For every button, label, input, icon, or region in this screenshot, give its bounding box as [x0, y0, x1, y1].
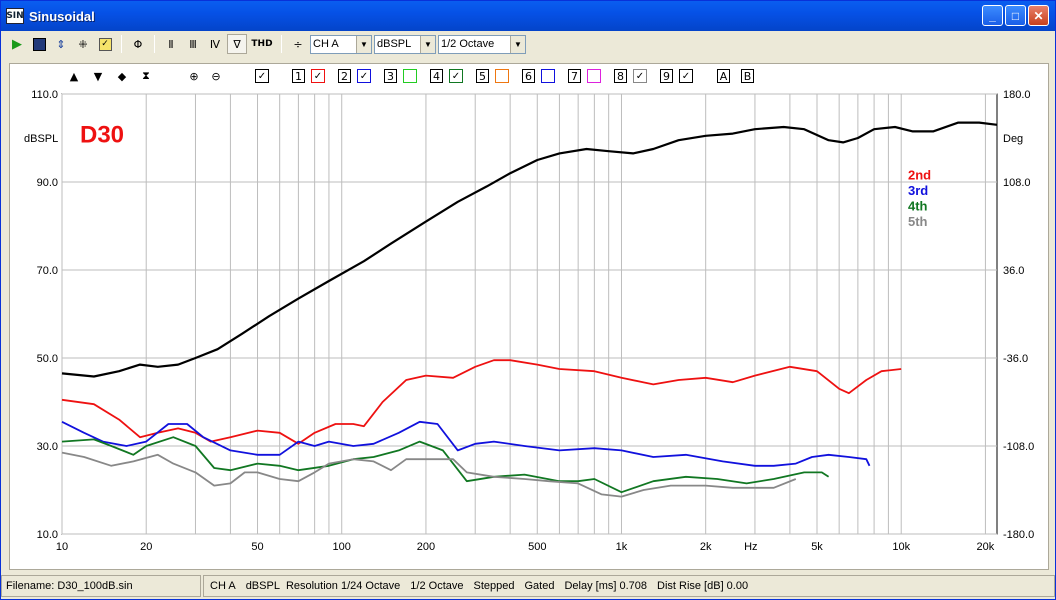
channel-select[interactable]: CH A ▼	[310, 34, 372, 54]
status-gated: Gated	[524, 580, 555, 592]
toolbar: ▶ ⇕ ⁜ ✓ Φ Ⅱ Ⅲ Ⅳ ∇ THD ÷ CH A ▼ dBSPL ▼ 1/2…	[3, 32, 1053, 56]
save-button[interactable]	[29, 34, 49, 54]
y2-tick-label: -108.0	[1003, 441, 1034, 453]
y-tick-label: 10.0	[37, 529, 58, 541]
smoothing-select[interactable]: 1/2 Octave ▼	[438, 34, 526, 54]
plot-area: ▲ ▼ ◆ ⧗ ⊕ ⊖ ✓ 1 ✓ 2 ✓ 3 4 ✓ 5 6 7 8 ✓ 9 ✓ A B 10.0 -18…	[9, 63, 1049, 570]
view-1-button[interactable]: Ⅱ	[161, 34, 181, 54]
x-tick-label: 10	[56, 541, 68, 553]
view-4-button[interactable]: ∇	[227, 34, 247, 54]
scale-icon: ÷	[293, 37, 303, 51]
unit-value: dBSPL	[377, 38, 412, 50]
x-tick-label: 50	[251, 541, 263, 553]
view-2-button[interactable]: Ⅲ	[183, 34, 203, 54]
legend-entry: 2nd	[908, 167, 931, 182]
view-3-button[interactable]: Ⅳ	[205, 34, 225, 54]
status-channel: CH A	[210, 580, 236, 592]
separator	[154, 35, 155, 53]
view-2-icon: Ⅲ	[189, 37, 197, 51]
status-delay: Delay [ms] 0.708	[564, 580, 647, 592]
window-title: Sinusoidal	[29, 8, 95, 24]
status-bar: Filename: D30_100dB.sin CH A dBSPL Resol…	[1, 573, 1055, 599]
y-tick-label: 70.0	[37, 265, 58, 277]
separator	[281, 35, 282, 53]
x-tick-label: 100	[333, 541, 351, 553]
marker-button[interactable]: ⇕	[51, 34, 71, 54]
close-button[interactable]: ✕	[1028, 5, 1049, 26]
y-tick-label: 110.0	[31, 89, 58, 101]
thd-label: THD	[251, 39, 273, 49]
x-tick-label: 10k	[892, 541, 910, 553]
minimize-button[interactable]: _	[982, 5, 1003, 26]
y2-tick-label: -180.0	[1003, 529, 1034, 541]
save-icon	[32, 37, 46, 51]
status-mode: Stepped	[473, 580, 515, 592]
status-unit: dBSPL	[245, 580, 280, 592]
unit-select[interactable]: dBSPL ▼	[374, 34, 436, 54]
y2-tick-label: 108.0	[1003, 177, 1031, 189]
x-tick-label: 200	[417, 541, 435, 553]
status-smoothing: 1/2 Octave	[410, 580, 464, 592]
checklist-button[interactable]: ✓	[95, 34, 115, 54]
view-1-icon: Ⅱ	[168, 37, 174, 51]
y-tick-label: 30.0	[37, 441, 58, 453]
separator	[121, 35, 122, 53]
y-tick-label: 50.0	[37, 353, 58, 365]
status-info: CH A dBSPL Resolution 1/24 Octave 1/2 Oc…	[203, 575, 1055, 597]
smoothing-value: 1/2 Octave	[441, 38, 495, 50]
phase-icon: Φ	[133, 37, 143, 51]
y2-tick-label: 180.0	[1003, 89, 1031, 101]
x-tick-label: 500	[528, 541, 546, 553]
x-tick-label: 20k	[977, 541, 995, 553]
maximize-button[interactable]: □	[1005, 5, 1026, 26]
app-icon: SIN	[6, 8, 24, 24]
y2-tick-label: -36.0	[1003, 353, 1028, 365]
chevron-down-icon: ▼	[420, 35, 435, 53]
y-unit-label: dBSPL	[24, 133, 58, 145]
legend-entry: 3rd	[908, 183, 928, 198]
thd-button[interactable]: THD	[249, 34, 275, 54]
y-tick-label: 90.0	[37, 177, 58, 189]
app-window: SIN Sinusoidal _ □ ✕ ▶ ⇕ ⁜ ✓ Φ Ⅱ Ⅲ Ⅳ ∇ T…	[0, 0, 1056, 600]
checklist-icon: ✓	[98, 37, 112, 51]
channel-value: CH A	[313, 38, 339, 50]
phase-button[interactable]: Φ	[128, 34, 148, 54]
plot-border	[61, 93, 998, 535]
title-bar: SIN Sinusoidal _ □ ✕	[1, 1, 1055, 31]
legend-entry: 5th	[908, 214, 928, 229]
cursor-icon: ⁜	[78, 37, 88, 51]
frequency-response-chart: 10.0 -180.0 30.0 -108.0 50.0 -36.0 70.0 36.0 90.…	[24, 89, 1034, 553]
marker-icon: ⇕	[56, 37, 66, 51]
status-resolution: Resolution 1/24 Octave	[285, 580, 401, 592]
status-filename: Filename: D30_100dB.sin	[1, 575, 201, 597]
y2-unit-label: Deg	[1003, 133, 1023, 145]
status-rise: Dist Rise [dB] 0.00	[657, 580, 749, 592]
chevron-down-icon: ▼	[356, 35, 371, 53]
x-tick-label: 1k	[616, 541, 628, 553]
run-button[interactable]: ▶	[7, 34, 27, 54]
view-3-icon: Ⅳ	[209, 37, 221, 51]
y2-tick-label: 36.0	[1003, 265, 1024, 277]
play-icon: ▶	[12, 36, 22, 52]
cursor-button[interactable]: ⁜	[73, 34, 93, 54]
scale-button[interactable]: ÷	[288, 34, 308, 54]
view-4-icon: ∇	[233, 37, 241, 51]
x-tick-label: 5k	[811, 541, 823, 553]
chart-title: D30	[80, 121, 124, 148]
legend-entry: 4th	[908, 198, 928, 213]
x-tick-label: 2k	[700, 541, 712, 553]
x-unit-label: Hz	[744, 541, 757, 553]
chevron-down-icon: ▼	[510, 35, 525, 53]
x-tick-label: 20	[140, 541, 152, 553]
